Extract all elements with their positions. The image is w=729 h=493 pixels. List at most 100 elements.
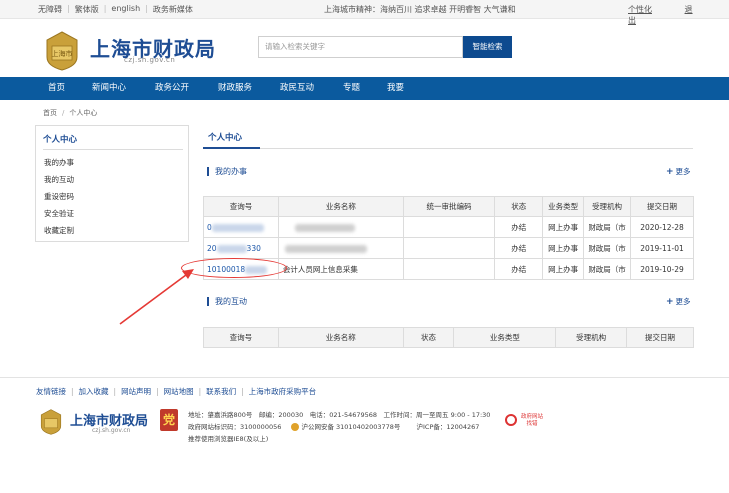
interaction-table: 查询号 业务名称 状态 业务类型 受理机构 提交日期 — [203, 327, 694, 348]
footer-link-procurement[interactable]: 上海市政府采购平台 — [249, 387, 317, 396]
tab-personal-center[interactable]: 个人中心 — [208, 131, 242, 143]
approval-code — [402, 216, 496, 238]
divider: | — [145, 4, 148, 13]
accessibility-link[interactable]: 无障碍 — [38, 4, 62, 15]
sidebar-title: 个人中心 — [43, 135, 78, 145]
query-number[interactable]: 0 — [203, 216, 279, 238]
breadcrumb-home[interactable]: 首页 — [43, 109, 57, 117]
icp-record[interactable]: 沪ICP备：12004267 — [416, 423, 479, 431]
nav-home[interactable]: 首页 — [48, 77, 65, 100]
redacted-value — [284, 244, 367, 253]
more-label: 更多 — [675, 297, 691, 306]
personalize-link[interactable]: 个性化 — [628, 5, 652, 14]
site-domain: czj.sh.gov.cn — [124, 56, 176, 64]
footer-link-favorite[interactable]: 加入收藏 — [79, 387, 109, 396]
sidebar-item-reset-password[interactable]: 重设密码 — [44, 191, 74, 202]
nav-i-want[interactable]: 我要 — [387, 77, 404, 100]
redacted-value — [294, 223, 355, 232]
plus-icon: + — [666, 297, 674, 307]
breadcrumb-separator: / — [62, 109, 65, 117]
table-row[interactable]: 20 330 办结 网上办事 财政局（市 2019-11-01 — [203, 237, 694, 259]
nav-news[interactable]: 新闻中心 — [92, 77, 126, 100]
redacted-value — [211, 223, 264, 232]
col-header: 受理机构 — [555, 327, 628, 348]
col-header: 查询号 — [203, 327, 279, 348]
footer-domain: czj.sh.gov.cn — [92, 427, 131, 434]
footer-address: 地址：肇嘉浜路800号 邮编：200030 电话：021-54679568 工作… — [188, 411, 491, 419]
table-header-row: 查询号 业务名称 状态 业务类型 受理机构 提交日期 — [203, 327, 694, 348]
tab-baseline — [203, 148, 693, 149]
utility-links: 无障碍 | 繁体版 | english | 政务新媒体 — [38, 4, 193, 15]
sidebar: 个人中心 我的办事 我的互动 重设密码 安全验证 收藏定制 — [35, 125, 189, 242]
breadcrumb: 首页 / 个人中心 — [43, 108, 97, 118]
sidebar-item-my-affairs[interactable]: 我的办事 — [44, 157, 74, 168]
sidebar-item-my-interaction[interactable]: 我的互动 — [44, 174, 74, 185]
footer-divider — [0, 377, 729, 378]
sidebar-divider — [43, 149, 183, 150]
gov-error-report-badge[interactable]: 政府网站 找错 — [505, 412, 545, 432]
status: 办结 — [494, 258, 544, 280]
english-link[interactable]: english — [111, 4, 140, 15]
agency: 财政局（市 — [583, 216, 632, 238]
footer-link-contact[interactable]: 联系我们 — [206, 387, 236, 396]
affairs-more-link[interactable]: + 更多 — [666, 166, 691, 177]
table-row[interactable]: 0 办结 网上办事 财政局（市 2020-12-28 — [203, 216, 694, 238]
col-header: 查询号 — [203, 196, 279, 217]
col-header: 状态 — [402, 327, 455, 348]
footer-link-sitemap[interactable]: 网站地图 — [164, 387, 194, 396]
divider: | — [198, 387, 202, 396]
new-media-link[interactable]: 政务新媒体 — [153, 4, 193, 15]
sidebar-item-favorites[interactable]: 收藏定制 — [44, 225, 74, 236]
status: 办结 — [494, 237, 544, 259]
footer-link-friends[interactable]: 友情链接 — [36, 387, 66, 396]
police-badge-icon — [291, 423, 300, 431]
bureau-logo[interactable]: 上海市 — [42, 31, 82, 71]
traditional-chinese-link[interactable]: 繁体版 — [75, 4, 99, 15]
search-button[interactable]: 智能检索 — [463, 36, 512, 58]
divider: | — [71, 387, 74, 396]
agency: 财政局（市 — [583, 258, 632, 280]
business-type: 网上办事 — [542, 216, 585, 238]
gov-badge-icon — [505, 414, 517, 426]
col-header: 业务类型 — [542, 196, 585, 217]
col-header: 提交日期 — [630, 196, 694, 217]
search-input[interactable]: 请输入检索关键字 — [258, 36, 463, 58]
nav-gov-affairs[interactable]: 政务公开 — [155, 77, 189, 100]
nav-finance-services[interactable]: 财政服务 — [218, 77, 252, 100]
business-type: 网上办事 — [542, 237, 585, 259]
divider: | — [113, 387, 117, 396]
divider: | — [103, 4, 107, 13]
query-number[interactable]: 20 330 — [203, 237, 279, 259]
col-header: 统一审批编码 — [402, 196, 496, 217]
plus-icon: + — [666, 167, 674, 177]
col-header: 业务名称 — [277, 327, 404, 348]
more-label: 更多 — [675, 167, 691, 176]
submit-date: 2019-10-29 — [630, 258, 694, 280]
col-header: 业务类型 — [453, 327, 557, 348]
sidebar-item-security-verify[interactable]: 安全验证 — [44, 208, 74, 219]
business-type: 网上办事 — [542, 258, 585, 280]
col-header: 状态 — [494, 196, 544, 217]
business-name — [277, 237, 404, 259]
approval-code — [402, 258, 496, 280]
col-header: 提交日期 — [626, 327, 694, 348]
divider: | — [67, 4, 70, 13]
party-badge-icon[interactable]: 党 — [160, 409, 178, 431]
interaction-more-link[interactable]: + 更多 — [666, 296, 691, 307]
top-utility-bar: 无障碍 | 繁体版 | english | 政务新媒体 上海城市精神：海纳百川 … — [0, 0, 729, 25]
breadcrumb-current: 个人中心 — [69, 109, 98, 117]
tab-active-indicator — [203, 147, 260, 149]
gov-badge-text: 政府网站 找错 — [520, 414, 543, 427]
nav-topics[interactable]: 专题 — [343, 77, 360, 100]
business-name — [277, 216, 404, 238]
main-nav: 首页 新闻中心 政务公开 财政服务 政民互动 专题 我要 — [0, 77, 729, 100]
agency: 财政局（市 — [583, 237, 632, 259]
city-motto: 上海城市精神：海纳百川 追求卓越 开明睿智 大气谦和 — [324, 5, 516, 14]
police-record[interactable]: 沪公网安备 31010402003778号 — [291, 423, 400, 431]
col-header: 受理机构 — [583, 196, 632, 217]
submit-date: 2019-11-01 — [630, 237, 694, 259]
annotation-arrow-icon — [119, 269, 194, 325]
footer-logo — [40, 409, 62, 435]
footer-link-statement[interactable]: 网站声明 — [121, 387, 151, 396]
nav-interaction[interactable]: 政民互动 — [280, 77, 314, 100]
